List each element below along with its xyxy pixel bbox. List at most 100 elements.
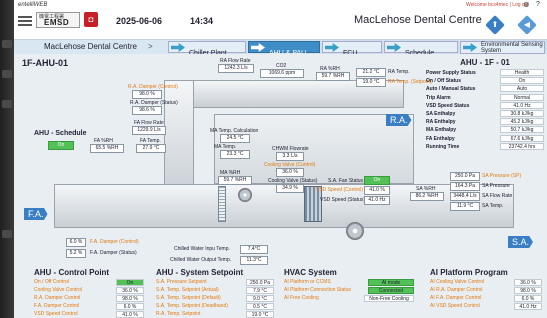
ma-temp-value: 23.3 °C: [220, 150, 250, 159]
monitor-bezel: [0, 0, 14, 318]
vsd-speed-status-label: VSD Speed (Status): [320, 197, 366, 203]
hvac-row: AI Platform Connection Status Connected: [284, 286, 414, 294]
hvac-system-panel: HVAC System AI Platform or CCMS AI mode A…: [284, 268, 414, 318]
damper-icon: [238, 188, 252, 202]
welcome-logout-link[interactable]: Welcome bcs4mec | Log out: [466, 2, 529, 8]
chwm-flowrate-value: 3.3 L/s: [276, 152, 304, 161]
status-row: RA Enthalpy 45.2 kJ/kg: [426, 118, 544, 126]
co2-value: 1069.6 ppm: [260, 69, 304, 78]
help-icon[interactable]: ?: [536, 1, 540, 8]
bottom-panels: AHU - Control Point On / Off Control On C…: [14, 268, 547, 318]
brand-logo: entelliWEB: [18, 2, 48, 8]
ai-row: AI Cooling Valve Control 36.0 %: [430, 278, 542, 286]
ai-row: AI R.A. Damper Control 98.0 %: [430, 286, 542, 294]
current-time: 14:34: [190, 16, 214, 26]
ra-damper-status-value: 98.6 %: [132, 106, 162, 115]
red-seal-icon: ◘: [84, 12, 98, 27]
sa-arrow: S.A.: [508, 236, 534, 248]
sa-pressure-setpoint-label: SA Pressure (SP): [482, 173, 522, 179]
emsd-logo: 機電工程署 EMSD: [36, 12, 80, 28]
air-filter: [218, 186, 226, 222]
ra-flow-rate-value: 1242.3 L/s: [218, 64, 254, 73]
back-diamond-button[interactable]: ◀: [517, 15, 537, 35]
arrow-icon: [387, 43, 401, 52]
ra-temp-label: RA Temp.: [388, 69, 410, 75]
tab-fcu[interactable]: FCU: [322, 41, 382, 57]
breadcrumb[interactable]: MacLehose Dental Centre >: [14, 40, 194, 54]
ra-temp-value: 21.2 °C: [356, 68, 386, 77]
status-row: FA Enthalpy 67.6 kJ/kg: [426, 134, 544, 143]
ma-temp-calc-value: 24.5 °C: [220, 134, 250, 143]
schedule-title: AHU - Schedule: [34, 130, 87, 137]
system-setpoint-panel: AHU - System Setpoint S.A. Pressure Setp…: [156, 268, 274, 318]
sa-pressure-value: 164.3 Pa: [450, 182, 480, 191]
control-row: Cooling Valve Control 36.0 %: [34, 286, 144, 294]
arrow-icon: [463, 43, 477, 52]
sa-temp-label: SA Temp.: [482, 203, 504, 209]
status-row: SA Enthalpy 30.8 kJ/kg: [426, 109, 544, 118]
ra-rh-value: 59.7 %RH: [316, 72, 350, 81]
menu-icon[interactable]: [18, 14, 32, 26]
tab-chiller-plant[interactable]: Chiller Plant: [168, 41, 246, 57]
chevron-right-icon: >: [148, 42, 153, 51]
ahu-diagram: 1F-AHU-01 R.A. F.A. S.A. AHU - Schedule …: [14, 54, 547, 268]
arrow-icon: [325, 43, 339, 52]
cooling-valve-control-value: 36.0 %: [276, 168, 304, 177]
sa-fan-status-value[interactable]: On: [364, 176, 390, 185]
arrow-icon: [251, 43, 265, 52]
status-row: On / Off Status On: [426, 77, 544, 85]
hvac-title: HVAC System: [284, 268, 337, 277]
sa-fan-status-label: S.A. Fan Status: [328, 178, 364, 184]
fa-damper-control-value: 6.0 %: [66, 238, 86, 247]
fa-damper-status-label: F.A. Damper (Status): [90, 250, 137, 256]
fa-damper-status-value: 5.2 %: [66, 249, 86, 258]
current-date: 2025-06-06: [116, 16, 163, 26]
setpoint-row: R.A. Temp. Setpoint 19.0 °C: [156, 310, 274, 318]
control-row: R.A. Damper Control 98.0 %: [34, 294, 144, 302]
sa-pressure-setpoint-value: 250.0 Pa: [450, 172, 480, 181]
mixing-duct: [164, 80, 194, 200]
setpoint-row: S.A. Temp. Setpoint (Default) 9.0 °C: [156, 294, 274, 302]
status-row: Auto / Manual Status Auto: [426, 85, 544, 93]
tab-ahu-pau[interactable]: AHU & PAU: [248, 41, 320, 57]
fa-temp-value: 27.9 °C: [136, 144, 166, 153]
hvac-row: AI Free Cooling Non-Free Cooling: [284, 294, 414, 302]
ahu-casing: [214, 114, 414, 184]
control-row: On / Off Control On: [34, 278, 144, 286]
page-title: MacLehose Dental Centre: [354, 14, 482, 26]
setpoint-row: S.A. Temp. Setpoint (Actual) 7.9 °C: [156, 286, 274, 294]
nav-bar: MacLehose Dental Centre > Chiller Plant …: [14, 40, 547, 57]
ai-row: AI VSD Speed Control 41.0 Hz: [430, 302, 542, 310]
bms-screen: entelliWEB 機電工程署 EMSD ◘ 2025-06-06 14:34…: [14, 0, 547, 318]
control-row: F.A. Damper Control 6.0 %: [34, 302, 144, 310]
hvac-row: AI Platform or CCMS AI mode: [284, 278, 414, 286]
fa-flow-rate-value: 1229.9 L/s: [132, 126, 166, 135]
schedule-status[interactable]: On: [48, 141, 74, 150]
fa-damper-control-label: F.A. Damper (Control): [90, 239, 139, 245]
chw-output-temp-value: 11.3°C: [240, 256, 268, 265]
vsd-speed-control-value: 41.0 %: [364, 186, 390, 195]
sa-pressure-label: SA Pressure: [482, 183, 510, 189]
vsd-speed-status-value: 41.0 Hz: [364, 196, 390, 205]
chw-output-temp-label: Chilled Water Output Temp.: [170, 257, 232, 263]
arrow-icon: [171, 43, 185, 52]
status-row: Trip Alarm Normal: [426, 93, 544, 102]
gear-icon[interactable]: ⚙: [523, 1, 529, 9]
ra-damper-control-value: 98.0 %: [132, 90, 162, 99]
breadcrumb-site[interactable]: MacLehose Dental Centre: [44, 42, 137, 51]
unit-title: 1F-AHU-01: [22, 58, 69, 68]
navigation-diamond-button[interactable]: ⬆: [485, 15, 505, 35]
tab-schedule[interactable]: Schedule: [384, 41, 458, 57]
ai-row: AI F.A. Damper Control 6.0 %: [430, 294, 542, 302]
tab-environmental-sensing[interactable]: Environmental Sensing System: [460, 41, 545, 54]
control-row: VSD Speed Control 41.0 %: [34, 310, 144, 318]
cooling-valve-status-value: 34.9 %: [276, 184, 304, 193]
ma-rh-value: 59.7 %RH: [218, 176, 252, 185]
ra-arrow: R.A.: [386, 114, 412, 126]
supply-fan-icon: [346, 222, 364, 240]
setpoint-row: S.A. Temp. Setpoint (Deadband) 0.5 °C: [156, 302, 274, 310]
sa-temp-value: 11.9 °C: [450, 202, 480, 211]
sa-flow-rate-value: 3448.4 L/s: [450, 192, 480, 201]
ahu-status-title: AHU - 1F - 01: [460, 58, 510, 67]
ai-title: AI Platform Program: [430, 268, 508, 277]
